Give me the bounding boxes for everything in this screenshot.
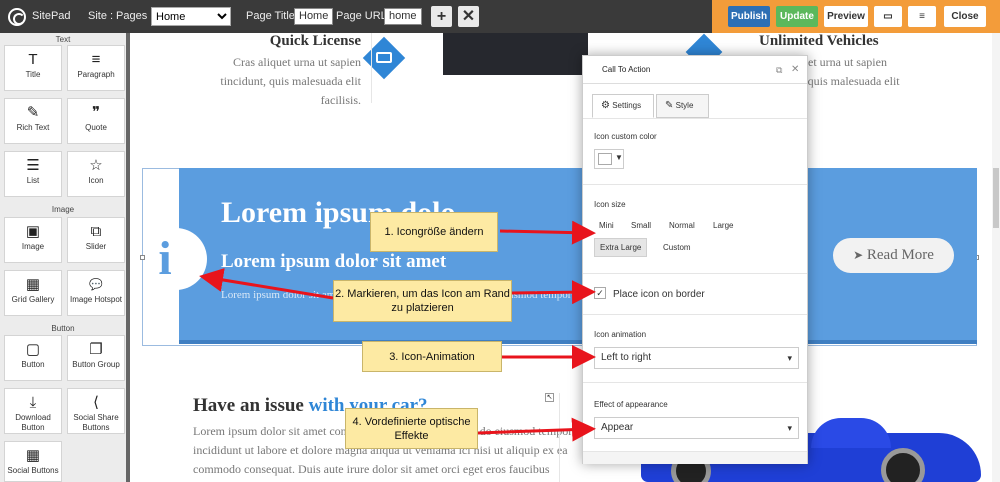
annotation-arrows [199, 220, 596, 442]
callout-place-on-border: 2. Markieren, um das Icon am Rand zu pla… [333, 280, 512, 322]
arrow-2b [199, 268, 334, 300]
callout-icon-size: 1. Icongröße ändern [370, 212, 498, 252]
callout-icon-animation: 3. Icon-Animation [362, 341, 502, 372]
arrow-1 [499, 220, 596, 245]
arrow-4 [477, 417, 596, 442]
callout-effects: 4. Vordefinierte optische Effekte [345, 408, 478, 449]
arrow-2a [511, 280, 596, 305]
